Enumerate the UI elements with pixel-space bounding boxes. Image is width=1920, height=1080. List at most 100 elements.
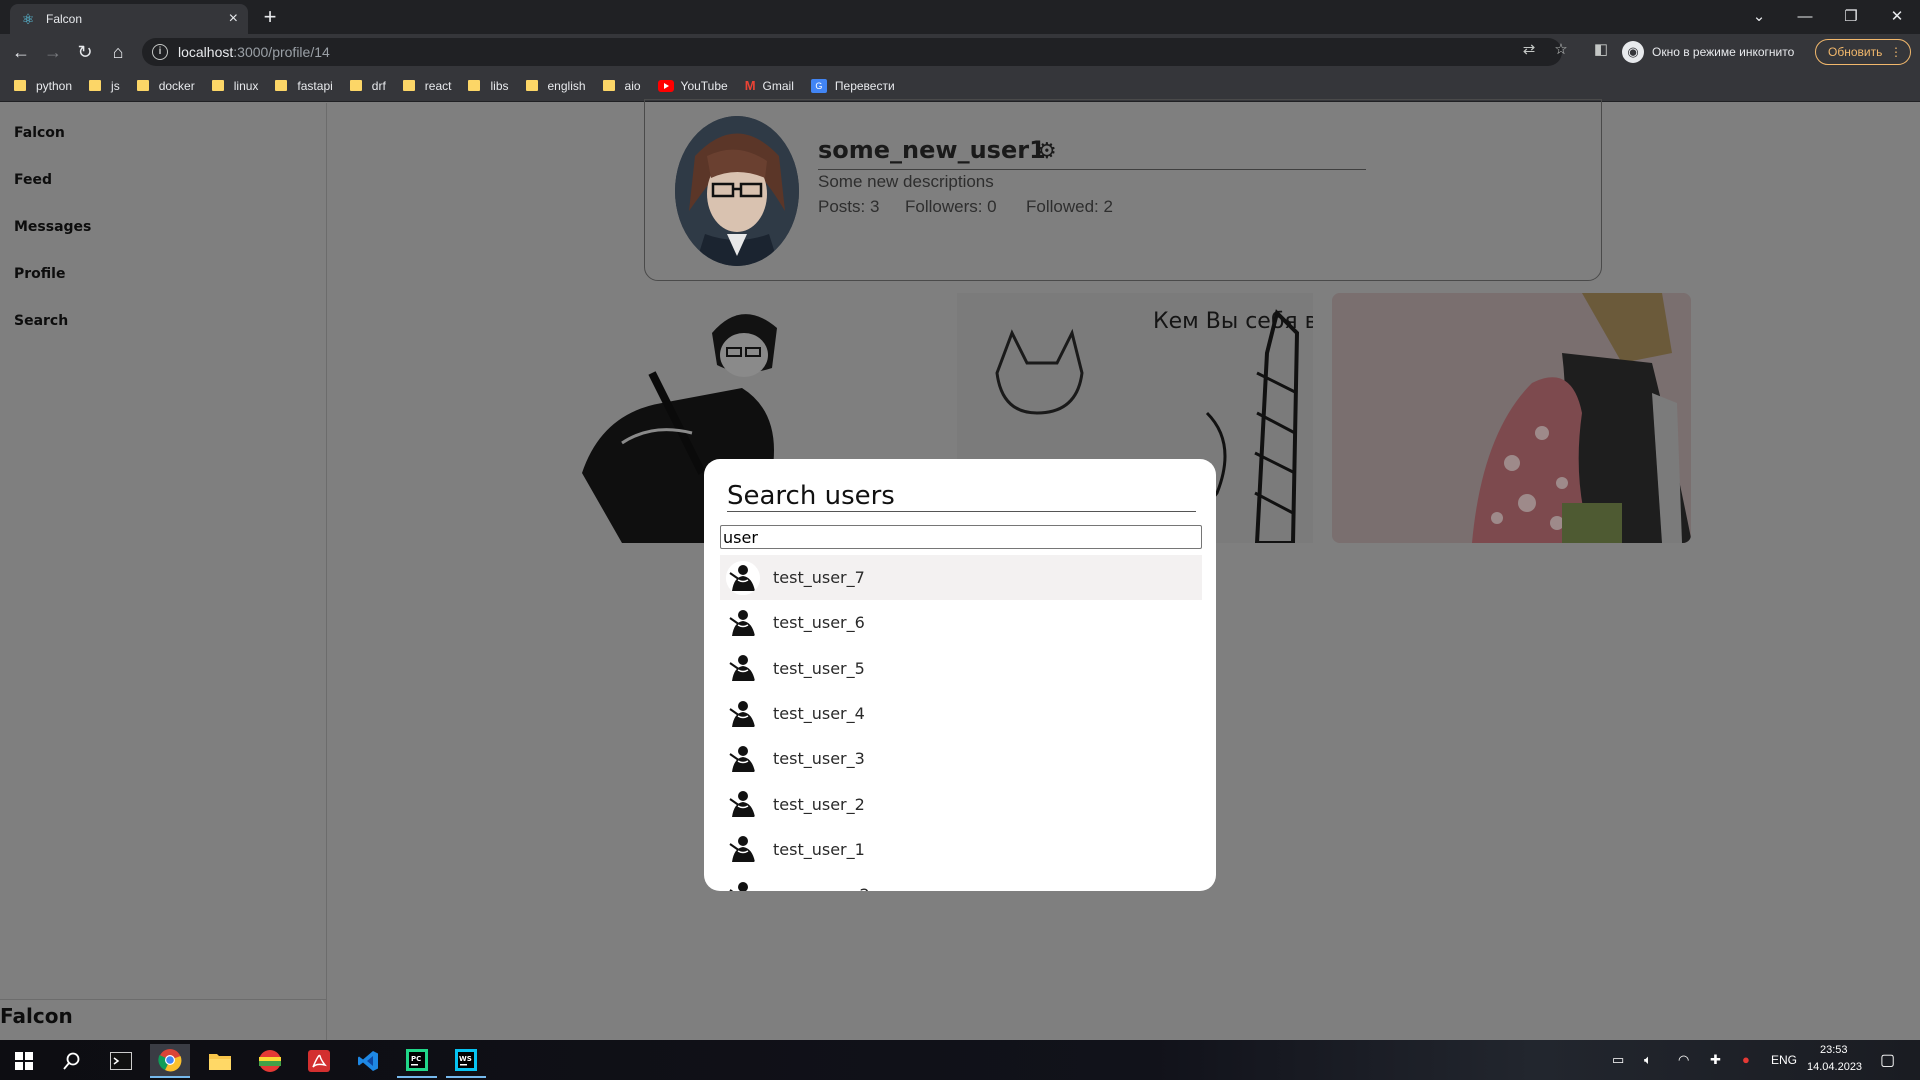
site-info-icon[interactable]: i bbox=[152, 44, 168, 60]
vscode-icon[interactable] bbox=[348, 1044, 388, 1078]
search-icon[interactable] bbox=[52, 1044, 92, 1078]
bookmark-python[interactable]: python bbox=[14, 79, 72, 93]
forward-arrow-icon[interactable]: → bbox=[41, 40, 65, 64]
stat-followed: Followed: 2 bbox=[1026, 197, 1113, 216]
bookmark-react[interactable]: react bbox=[402, 79, 451, 93]
file-explorer-icon[interactable] bbox=[200, 1044, 240, 1078]
bookmark-english[interactable]: english bbox=[525, 79, 586, 93]
folder-icon bbox=[602, 80, 615, 91]
search-result-username: test_user_7 bbox=[773, 568, 865, 588]
profile-card: some_new_user1 ⚙ Some new descriptions P… bbox=[644, 99, 1602, 281]
search-result-item[interactable]: test_user_1 bbox=[720, 827, 1202, 872]
svg-text:PC: PC bbox=[411, 1055, 421, 1063]
tray-app-icon[interactable]: ✚ bbox=[1710, 1052, 1721, 1068]
menu-dots-icon: ⋮ bbox=[1890, 45, 1902, 59]
update-label: Обновить bbox=[1828, 45, 1883, 59]
modal-divider bbox=[727, 511, 1196, 512]
search-result-username: test_user_1 bbox=[773, 839, 865, 859]
bookmark-docker[interactable]: docker bbox=[136, 79, 195, 93]
chrome-icon[interactable] bbox=[150, 1044, 190, 1078]
clock-date[interactable]: 14.04.2023 bbox=[1807, 1061, 1862, 1073]
bookmark-libs[interactable]: libs bbox=[468, 79, 509, 93]
search-result-item[interactable]: test_user_6 bbox=[720, 600, 1202, 645]
webstorm-icon[interactable]: WS bbox=[446, 1044, 486, 1078]
translate-icon: G bbox=[810, 78, 827, 93]
windows-start-icon[interactable] bbox=[4, 1044, 44, 1078]
url-path: :3000/profile/14 bbox=[233, 44, 330, 60]
profile-avatar bbox=[675, 116, 799, 266]
folder-icon bbox=[525, 80, 538, 91]
user-avatar bbox=[726, 787, 760, 822]
user-avatar bbox=[726, 877, 760, 891]
terminal-icon[interactable] bbox=[101, 1044, 141, 1078]
windows-taskbar: PC WS ▭ 🔈︎ ◠ ✚ ● ENG 23:53 14.04.2023 ▢ bbox=[0, 1040, 1920, 1080]
close-window-button[interactable]: ✕ bbox=[1874, 4, 1920, 30]
tray-alert-icon[interactable]: ● bbox=[1742, 1052, 1750, 1067]
address-bar[interactable]: i localhost:3000/profile/14 bbox=[142, 38, 1562, 66]
update-button[interactable]: Обновить ⋮ bbox=[1815, 39, 1911, 65]
bookmark-gmail[interactable]: M Gmail bbox=[745, 78, 794, 93]
sidebar-footer-logo: Falcon bbox=[0, 999, 327, 1028]
divider bbox=[818, 169, 1366, 170]
sidebar-item-falcon[interactable]: Falcon bbox=[14, 125, 65, 141]
tab-close-icon[interactable]: × bbox=[229, 11, 238, 27]
folder-icon bbox=[275, 80, 288, 91]
notifications-icon[interactable]: ▢ bbox=[1880, 1050, 1895, 1070]
search-result-item[interactable]: test_user_7 bbox=[720, 555, 1202, 601]
user-avatar bbox=[726, 560, 760, 595]
search-users-modal: Search users test_user_7 test_user_6 test_… bbox=[704, 459, 1216, 891]
bookmark-drf[interactable]: drf bbox=[349, 79, 386, 93]
browser-titlebar: ⚛ Falcon × + ⌄ — ❐ ✕ bbox=[0, 0, 1920, 34]
restore-button[interactable]: ❐ bbox=[1828, 4, 1874, 30]
home-icon[interactable]: ⌂ bbox=[106, 40, 130, 64]
search-result-username: test_user_5 bbox=[773, 658, 865, 678]
incognito-label: Окно в режиме инкогнито bbox=[1652, 45, 1795, 59]
search-input[interactable] bbox=[720, 525, 1202, 549]
user-avatar bbox=[726, 741, 760, 776]
post-handwritten-text: Кем Вы себя видите bbox=[1153, 309, 1313, 334]
network-icon[interactable]: ◠ bbox=[1678, 1052, 1689, 1068]
bookmark-fastapi[interactable]: fastapi bbox=[275, 79, 333, 93]
user-avatar bbox=[726, 605, 760, 640]
search-result-item[interactable]: test_user_5 bbox=[720, 646, 1202, 691]
reload-icon[interactable]: ↻ bbox=[73, 40, 97, 64]
back-arrow-icon[interactable]: ← bbox=[9, 40, 33, 64]
search-result-item[interactable]: test_user_3 bbox=[720, 736, 1202, 781]
language-indicator[interactable]: ENG bbox=[1771, 1053, 1797, 1067]
sidebar-item-search[interactable]: Search bbox=[14, 313, 68, 329]
user-avatar bbox=[726, 696, 760, 731]
volume-icon[interactable]: 🔈︎ bbox=[1644, 1052, 1652, 1068]
search-result-item[interactable]: test_user_4 bbox=[720, 691, 1202, 736]
incognito-indicator[interactable]: ◉ Окно в режиме инкогнито bbox=[1622, 38, 1794, 66]
sidebar-item-messages[interactable]: Messages bbox=[14, 219, 91, 235]
new-tab-button[interactable]: + bbox=[258, 6, 282, 30]
pdf-reader-icon[interactable] bbox=[299, 1044, 339, 1078]
side-panel-icon[interactable]: ◧ bbox=[1591, 40, 1611, 60]
url-host: localhost bbox=[178, 44, 234, 60]
search-result-username: test_user_6 bbox=[773, 613, 865, 633]
folder-icon bbox=[136, 80, 149, 91]
minimize-button[interactable]: — bbox=[1782, 4, 1828, 30]
sidebar-item-profile[interactable]: Profile bbox=[14, 266, 65, 282]
bookmark-youtube[interactable]: YouTube bbox=[657, 79, 728, 93]
gear-icon[interactable]: ⚙ bbox=[1037, 138, 1057, 164]
search-result-item[interactable]: test_user_2 bbox=[720, 781, 1202, 826]
clock-time[interactable]: 23:53 bbox=[1820, 1044, 1848, 1056]
tab-search-icon[interactable]: ⌄ bbox=[1736, 4, 1782, 30]
search-result-item[interactable]: some_user2 bbox=[720, 872, 1202, 891]
browser-tab[interactable]: ⚛ Falcon × bbox=[10, 4, 248, 34]
pycharm-icon[interactable]: PC bbox=[397, 1044, 437, 1078]
battery-icon[interactable]: ▭ bbox=[1612, 1052, 1624, 1068]
sidebar-item-feed[interactable]: Feed bbox=[14, 172, 52, 188]
youtube-icon bbox=[657, 79, 674, 92]
bookmark-linux[interactable]: linux bbox=[211, 79, 258, 93]
app-rainbow-icon[interactable] bbox=[250, 1044, 290, 1078]
modal-title: Search users bbox=[727, 481, 895, 511]
translate-page-icon[interactable]: ⇄ bbox=[1519, 40, 1539, 60]
post-image-3[interactable] bbox=[1332, 293, 1691, 543]
bookmark-translate[interactable]: G Перевести bbox=[810, 78, 895, 93]
bookmark-aio[interactable]: aio bbox=[602, 79, 641, 93]
bookmark-star-icon[interactable]: ☆ bbox=[1551, 40, 1571, 60]
bookmark-js[interactable]: js bbox=[89, 79, 120, 93]
react-favicon-icon: ⚛ bbox=[21, 11, 35, 27]
